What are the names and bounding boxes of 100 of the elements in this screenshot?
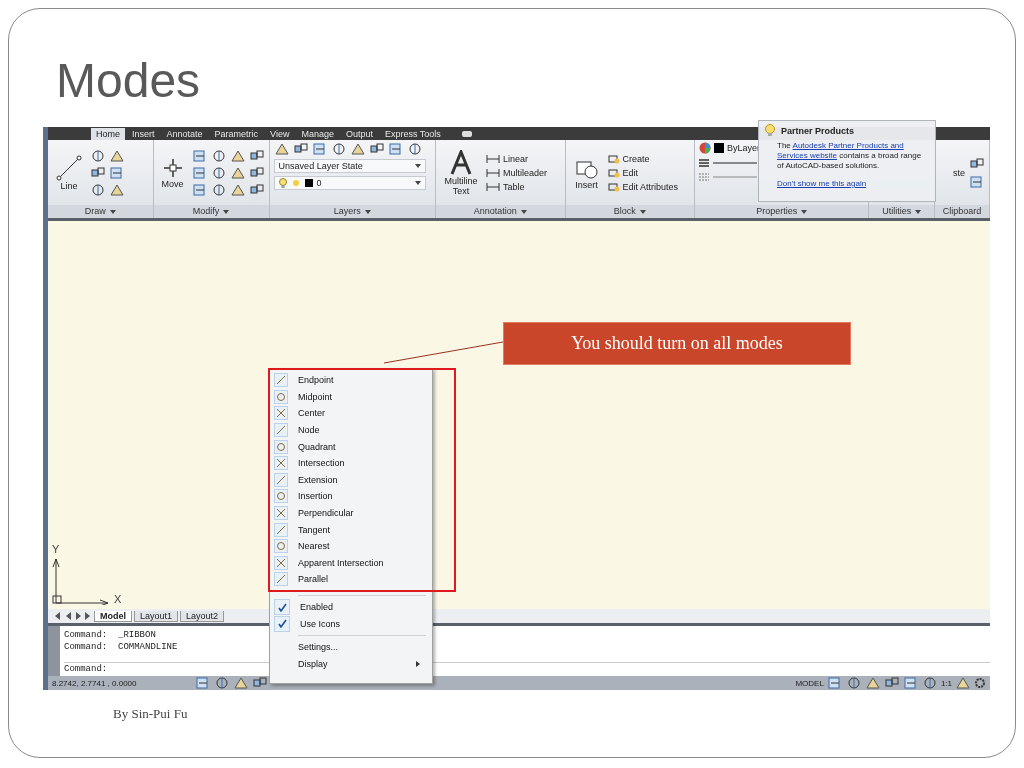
callout: You should turn on all modes — [503, 322, 851, 365]
tool-icon[interactable] — [90, 182, 106, 197]
menu-item[interactable]: Node — [272, 421, 454, 439]
tool-icon[interactable] — [248, 165, 265, 180]
tool-icon[interactable] — [109, 148, 125, 163]
ribbon-tab[interactable]: Parametric — [209, 128, 264, 140]
tool-icon[interactable] — [109, 182, 125, 197]
move-icon[interactable] — [161, 156, 184, 179]
ribbon-tab[interactable]: Output — [340, 128, 378, 140]
layout-tab[interactable]: Model — [94, 610, 132, 622]
tool-icon[interactable] — [90, 148, 106, 163]
tool-icon[interactable] — [969, 156, 985, 171]
panel-title[interactable]: Layers — [269, 205, 435, 218]
tool-label[interactable]: ste — [952, 167, 965, 178]
layout-tab[interactable]: Layout2 — [180, 610, 225, 622]
lightbulb-icon — [278, 178, 287, 188]
tool-icon[interactable] — [229, 182, 246, 197]
tool-icon[interactable] — [368, 142, 385, 156]
tool-icon[interactable] — [273, 142, 290, 156]
website-link[interactable]: Autodesk Partner Products and — [792, 141, 904, 150]
ribbon-tab[interactable]: Home — [91, 128, 125, 140]
text-icon[interactable] — [450, 149, 472, 176]
tool-icon[interactable] — [387, 142, 404, 156]
tool-icon[interactable] — [248, 148, 265, 163]
tool-icon[interactable] — [229, 165, 246, 180]
menu-item[interactable]: Tangent — [272, 521, 454, 538]
tool-icon[interactable] — [292, 142, 309, 156]
slide-footer: By Sin-Pui Fu — [9, 690, 1015, 722]
ribbon-tool[interactable]: Linear — [486, 153, 548, 164]
menu-item[interactable]: Parallel — [272, 571, 454, 588]
tool-icon[interactable] — [109, 165, 125, 180]
menu-item[interactable]: Intersection — [272, 454, 454, 472]
ribbon-tool[interactable]: Multileader — [486, 167, 548, 178]
menu-item[interactable]: Midpoint — [272, 388, 454, 406]
settings-icon[interactable] — [974, 677, 986, 689]
panel-title[interactable]: Annotation — [436, 205, 565, 218]
menu-item[interactable]: Use Icons — [272, 615, 430, 632]
tool-icon[interactable] — [214, 676, 230, 690]
tool-icon[interactable] — [191, 165, 208, 180]
minimize-ribbon-button[interactable] — [461, 131, 472, 137]
color-wheel-icon — [699, 142, 712, 154]
ribbon-tab[interactable]: Insert — [127, 128, 160, 140]
menu-item[interactable]: Quadrant — [272, 438, 454, 455]
menu-item[interactable]: Settings... — [272, 638, 430, 656]
menu-item[interactable]: Perpendicular — [272, 504, 454, 522]
panel-title[interactable]: Modify — [153, 205, 269, 218]
tool-icon[interactable] — [191, 148, 208, 163]
snap-mode-icon — [274, 423, 288, 438]
ribbon-tab[interactable]: Manage — [296, 128, 339, 140]
lineweight-icon[interactable] — [699, 158, 760, 168]
tool-icon[interactable] — [406, 142, 423, 156]
tool-icon[interactable] — [330, 142, 347, 156]
annotation-scale-button[interactable]: 1:1 — [940, 678, 952, 688]
menu-item[interactable]: Insertion — [272, 488, 454, 505]
tool-icon[interactable] — [883, 676, 900, 690]
tool-icon[interactable] — [349, 142, 366, 156]
dismiss-link[interactable]: Don't show me this again — [777, 179, 867, 188]
panel-title[interactable]: Utilities — [869, 205, 935, 218]
ribbon-tool[interactable]: Create — [607, 153, 679, 164]
ribbon-tool[interactable]: Edit — [607, 167, 679, 178]
tool-icon[interactable] — [248, 182, 265, 197]
tool-icon[interactable] — [229, 148, 246, 163]
tool-icon[interactable] — [191, 182, 208, 197]
tool-icon[interactable] — [90, 165, 106, 180]
line-icon[interactable] — [56, 154, 82, 181]
tool-icon[interactable] — [921, 676, 938, 690]
ribbon-tool[interactable]: Edit Attributes — [607, 181, 679, 192]
ribbon-tab[interactable]: Express Tools — [380, 128, 446, 140]
ribbon-tool[interactable]: Table — [486, 181, 548, 192]
command-prompt[interactable]: Command: — [64, 663, 108, 676]
snap-mode-icon — [274, 539, 288, 554]
website-link[interactable]: Services website — [777, 151, 838, 160]
tool-icon[interactable] — [210, 182, 227, 197]
tool-icon[interactable] — [252, 676, 268, 690]
panel-title[interactable]: Draw — [48, 205, 153, 218]
menu-item[interactable]: Nearest — [272, 537, 454, 555]
tool-icon[interactable] — [311, 142, 328, 156]
color-swatch-icon — [304, 179, 313, 187]
menu-item[interactable]: Extension — [272, 471, 454, 489]
panel-title[interactable]: Block — [565, 205, 695, 218]
layer-dropdown[interactable]: 0 — [273, 176, 426, 190]
menu-item[interactable]: Display — [272, 655, 430, 673]
tool-label: Multiline Text — [443, 175, 479, 196]
model-space-button[interactable]: MODEL — [795, 678, 824, 688]
menu-item[interactable]: Endpoint — [272, 372, 454, 389]
menu-item[interactable]: Apparent Intersection — [272, 554, 454, 572]
color-dropdown[interactable]: ByLayer — [699, 142, 761, 154]
tool-icon[interactable] — [845, 676, 862, 690]
menu-item[interactable]: Center — [272, 405, 454, 422]
tool-icon[interactable] — [210, 148, 227, 163]
panel-title[interactable]: Clipboard — [935, 205, 989, 218]
panel-title[interactable]: Properties — [695, 205, 869, 218]
tool-icon[interactable] — [969, 174, 985, 189]
layer-state-dropdown[interactable]: Unsaved Layer State — [273, 159, 426, 173]
layer-name: 0 — [316, 178, 322, 188]
layout-tab[interactable]: Layout1 — [134, 610, 179, 622]
ribbon-tab[interactable]: Annotate — [161, 128, 208, 140]
ribbon-tab[interactable]: View — [265, 128, 295, 140]
dimension-icon — [486, 167, 500, 178]
tool-icon[interactable] — [210, 165, 227, 180]
